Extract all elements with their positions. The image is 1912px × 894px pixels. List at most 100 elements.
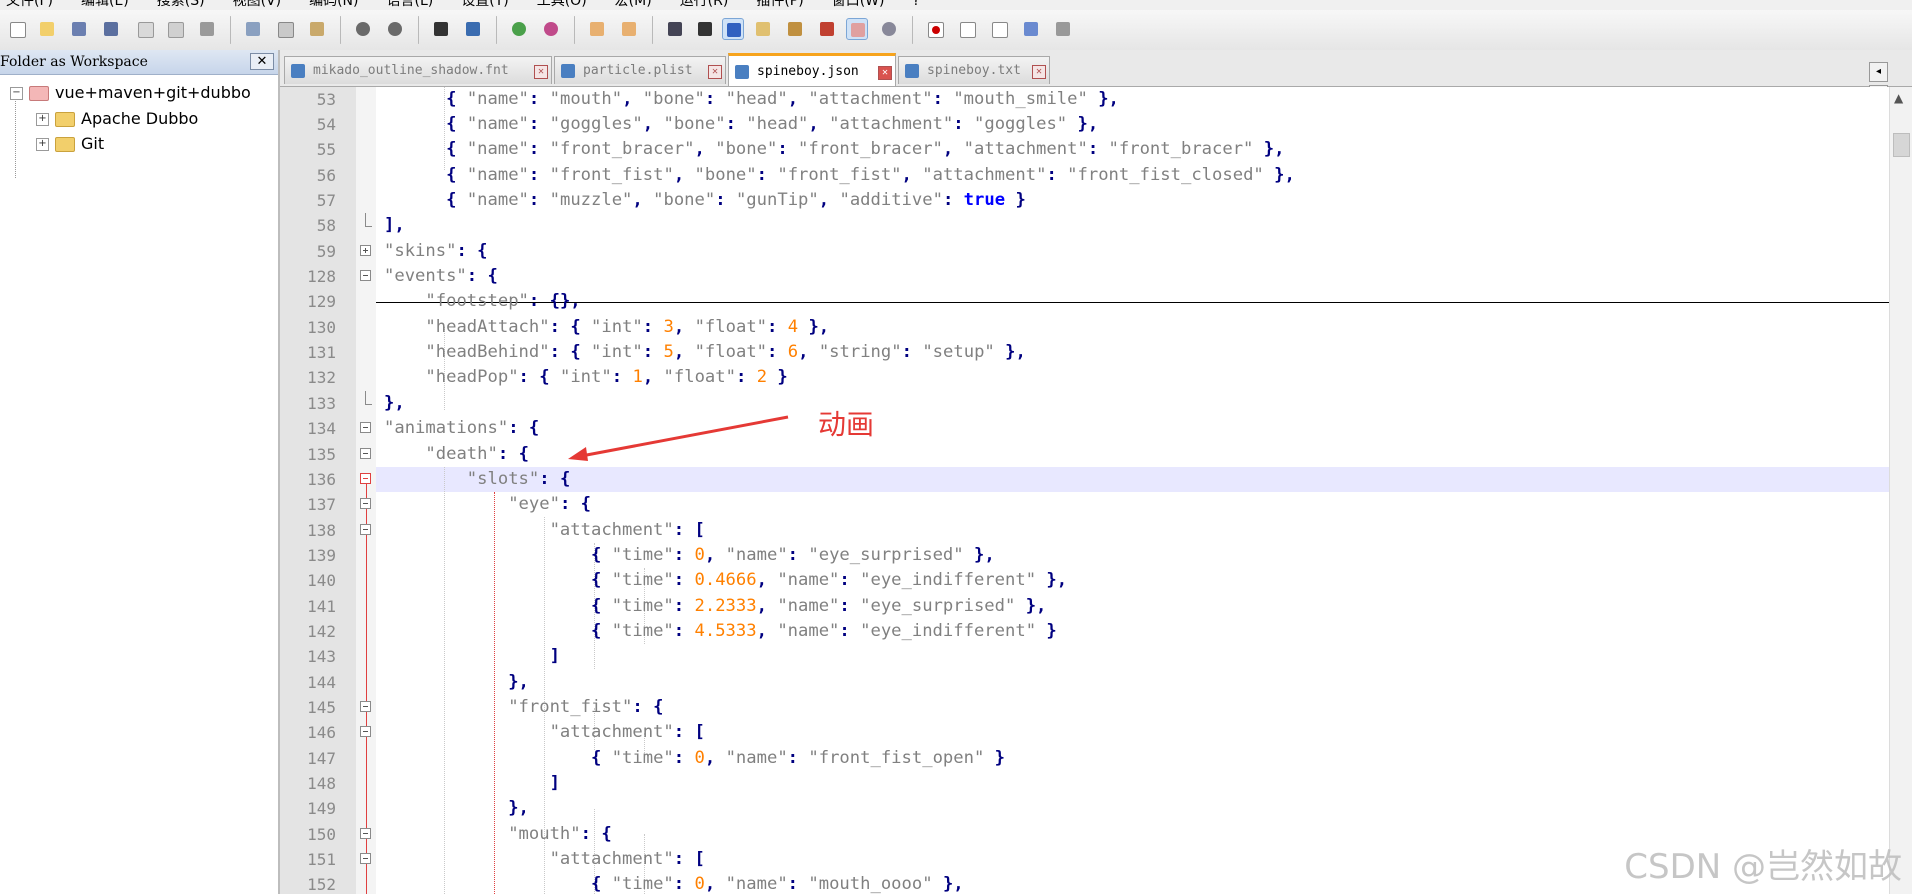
- code-line: 137 "eye": {: [280, 492, 1890, 517]
- zoom-in-icon[interactable]: [508, 18, 530, 40]
- tree-item-git[interactable]: + Git: [36, 132, 104, 156]
- save-macro-icon[interactable]: [1052, 18, 1074, 40]
- vertical-scrollbar[interactable]: ▲: [1889, 87, 1912, 894]
- open-file-icon[interactable]: [36, 18, 58, 40]
- play-macro-icon[interactable]: [988, 18, 1010, 40]
- toolbar-separator: [230, 16, 231, 44]
- function-list-icon[interactable]: [816, 18, 838, 40]
- cut-icon[interactable]: [242, 18, 264, 40]
- line-number: 139: [307, 546, 336, 565]
- find-icon[interactable]: [430, 18, 452, 40]
- scrollbar-thumb[interactable]: [1893, 133, 1910, 157]
- tab-scroll-buttons: ◂▸: [1868, 59, 1906, 105]
- close-icon[interactable]: [134, 18, 156, 40]
- line-number: 53: [316, 90, 336, 109]
- collapse-fold-icon[interactable]: [360, 828, 371, 839]
- line-number: 142: [307, 622, 336, 641]
- code-editor[interactable]: 53 { "name": "mouth", "bone": "head", "a…: [280, 87, 1890, 894]
- menu-file[interactable]: 文件(F): [0, 0, 53, 10]
- code-text: "attachment": [: [549, 520, 705, 540]
- tab-spineboy-txt[interactable]: spineboy.txt ✕: [898, 56, 1050, 84]
- expand-icon[interactable]: +: [36, 138, 49, 151]
- code-text: "events": {: [384, 266, 498, 286]
- menu-settings[interactable]: 设置(T): [455, 0, 508, 10]
- code-text: },: [508, 798, 529, 818]
- collapse-icon[interactable]: −: [10, 87, 23, 100]
- save-icon[interactable]: [68, 18, 90, 40]
- sync-horizontal-icon[interactable]: [618, 18, 640, 40]
- tab-mikado-outline-shadow[interactable]: mikado_outline_shadow.fnt ✕: [284, 56, 552, 84]
- collapse-fold-icon[interactable]: [360, 498, 371, 509]
- collapse-fold-icon[interactable]: [360, 473, 371, 484]
- undo-icon[interactable]: [352, 18, 374, 40]
- code-line: 136 "slots": {: [280, 467, 1890, 492]
- menu-tools[interactable]: 工具(O): [531, 0, 587, 10]
- tab-close-icon[interactable]: ✕: [708, 65, 722, 79]
- menu-macro[interactable]: 宏(M): [609, 0, 652, 10]
- tab-close-icon[interactable]: ✕: [534, 65, 548, 79]
- redo-icon[interactable]: [384, 18, 406, 40]
- tab-particle-plist[interactable]: particle.plist ✕: [554, 56, 726, 84]
- collapse-fold-icon[interactable]: [360, 726, 371, 737]
- line-number: 55: [316, 140, 336, 159]
- indent-guide-icon[interactable]: [722, 18, 744, 40]
- collapse-fold-icon[interactable]: [360, 270, 371, 281]
- annotation-label: 动画: [818, 408, 875, 441]
- new-file-icon[interactable]: [6, 18, 28, 40]
- tab-label: spineboy.json: [757, 64, 859, 79]
- show-all-chars-icon[interactable]: [694, 18, 716, 40]
- code-line: 131 "headBehind": { "int": 5, "float": 6…: [280, 340, 1890, 365]
- code-text: "attachment": [: [549, 722, 705, 742]
- menu-run[interactable]: 运行(R): [674, 0, 729, 10]
- doc-map-icon[interactable]: [784, 18, 806, 40]
- collapse-fold-icon[interactable]: [360, 853, 371, 864]
- sync-vertical-icon[interactable]: [586, 18, 608, 40]
- menu-view[interactable]: 视图(V): [227, 0, 282, 10]
- tab-close-icon[interactable]: ✕: [878, 66, 892, 80]
- expand-icon[interactable]: +: [36, 113, 49, 126]
- record-macro-icon[interactable]: [924, 18, 946, 40]
- stop-macro-icon[interactable]: [956, 18, 978, 40]
- line-number: 146: [307, 723, 336, 742]
- run-macro-multiple-icon[interactable]: [1020, 18, 1042, 40]
- monitor-icon[interactable]: [878, 18, 900, 40]
- menu-language[interactable]: 语言(L): [381, 0, 434, 10]
- menu-help[interactable]: ?: [907, 0, 920, 9]
- code-line: 142 { "time": 4.5333, "name": "eye_indif…: [280, 619, 1890, 644]
- print-icon[interactable]: [196, 18, 218, 40]
- language-icon[interactable]: [752, 18, 774, 40]
- paste-icon[interactable]: [306, 18, 328, 40]
- tab-spineboy-json[interactable]: spineboy.json ✕: [728, 53, 896, 86]
- tab-scroll-left-icon[interactable]: ◂: [1869, 62, 1888, 82]
- code-line: 145 "front_fist": {: [280, 695, 1890, 720]
- word-wrap-icon[interactable]: [664, 18, 686, 40]
- tab-close-icon[interactable]: ✕: [1032, 65, 1046, 79]
- scroll-up-icon[interactable]: ▲: [1894, 91, 1903, 105]
- toolbar-separator: [340, 16, 341, 44]
- code-text: ]: [549, 646, 560, 666]
- menu-window[interactable]: 窗口(W): [826, 0, 885, 10]
- folder-workspace-icon[interactable]: [846, 18, 868, 40]
- tree-item-apache-dubbo[interactable]: + Apache Dubbo: [36, 107, 198, 131]
- panel-close-button[interactable]: ✕: [250, 53, 274, 70]
- toolbar-separator: [652, 16, 653, 44]
- collapse-fold-icon[interactable]: [360, 701, 371, 712]
- menu-encoding[interactable]: 编码(N): [303, 0, 358, 10]
- save-all-icon[interactable]: [100, 18, 122, 40]
- tree-item-workspace[interactable]: − vue+maven+git+dubbo: [10, 81, 251, 105]
- close-all-icon[interactable]: [164, 18, 186, 40]
- code-text: { "time": 0, "name": "eye_surprised" },: [590, 545, 995, 565]
- menu-edit[interactable]: 编辑(E): [75, 0, 129, 10]
- expand-fold-icon[interactable]: [360, 245, 371, 256]
- zoom-out-icon[interactable]: [540, 18, 562, 40]
- menu-plugins[interactable]: 插件(P): [750, 0, 803, 10]
- copy-icon[interactable]: [274, 18, 296, 40]
- code-text: { "time": 0, "name": "front_fist_open" }: [590, 748, 1006, 768]
- code-text: { "time": 4.5333, "name": "eye_indiffere…: [590, 621, 1057, 641]
- menu-search[interactable]: 搜索(S): [151, 0, 205, 10]
- replace-icon[interactable]: [462, 18, 484, 40]
- collapse-fold-icon[interactable]: [360, 422, 371, 433]
- annotation-arrow-icon: [568, 415, 789, 461]
- collapse-fold-icon[interactable]: [360, 524, 371, 535]
- collapse-fold-icon[interactable]: [360, 448, 371, 459]
